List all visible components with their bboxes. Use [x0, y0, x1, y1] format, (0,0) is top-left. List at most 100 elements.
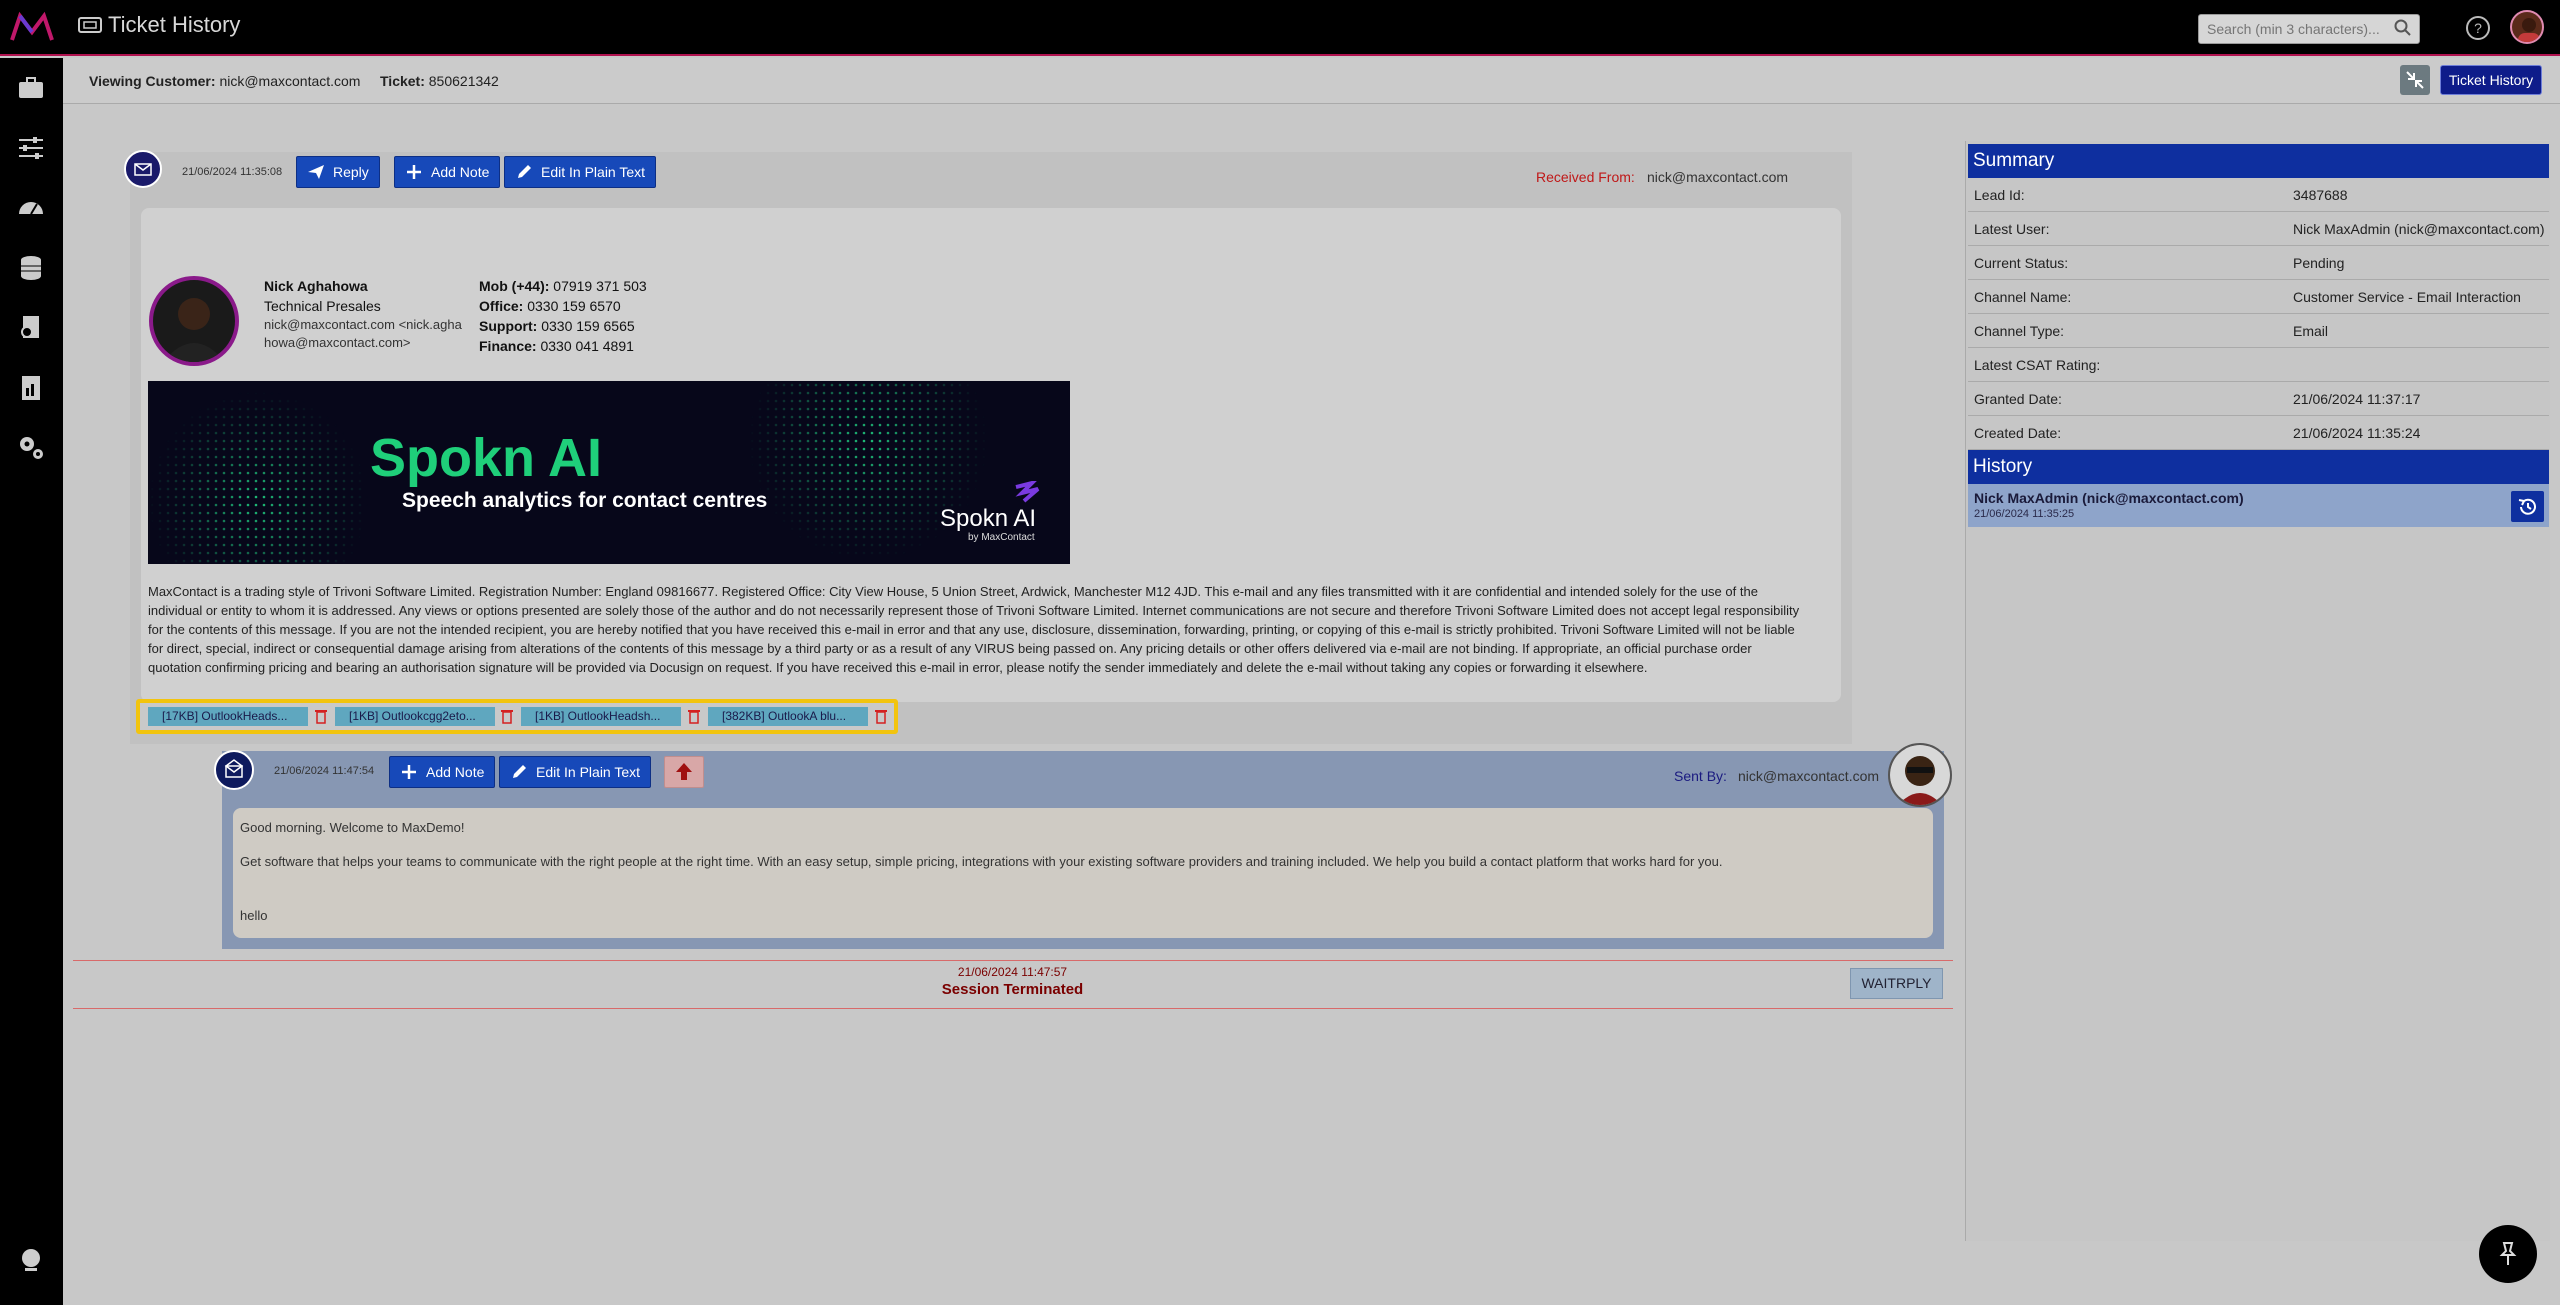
history-restore-button[interactable]	[2511, 491, 2544, 522]
pin-icon	[2499, 1242, 2517, 1265]
row-value: 21/06/2024 11:37:17	[2293, 391, 2421, 407]
reply-label: Reply	[333, 164, 369, 180]
delete-attachment-3-icon[interactable]	[688, 708, 700, 724]
pin-button[interactable]	[2479, 1225, 2537, 1283]
history-icon	[2518, 498, 2536, 515]
add-note-button[interactable]: Add Note	[394, 156, 501, 188]
briefcase-icon[interactable]	[15, 72, 47, 104]
row-value: 21/06/2024 11:35:24	[2293, 425, 2421, 441]
add-note-label: Add Note	[431, 164, 490, 180]
top-bar	[0, 0, 2560, 56]
divider-line-bottom	[73, 1008, 1953, 1009]
row-key: Channel Name:	[1974, 289, 2072, 305]
search-icon[interactable]	[2393, 18, 2413, 38]
user-avatar[interactable]	[2510, 10, 2544, 44]
scroll-up-button[interactable]	[664, 756, 704, 788]
signature-email-2: howa@maxcontact.com>	[264, 335, 411, 350]
row-key: Latest CSAT Rating:	[1974, 357, 2101, 373]
delete-attachment-4-icon[interactable]	[875, 708, 887, 724]
banner-title: Spokn AI	[370, 428, 603, 488]
attachment-1-label: [17KB] OutlookHeads...	[162, 709, 288, 723]
database-icon[interactable]	[15, 252, 47, 284]
row-value: Nick MaxAdmin (nick@maxcontact.com)	[2293, 221, 2545, 237]
summary-row: Channel Type: Email	[1968, 314, 2549, 348]
history-item-time: 21/06/2024 11:35:25	[1974, 508, 2075, 520]
row-value: 3487688	[2293, 187, 2348, 203]
summary-row: Granted Date: 21/06/2024 11:37:17	[1968, 382, 2549, 416]
attachment-1[interactable]: [17KB] OutlookHeads...	[148, 707, 308, 726]
ticket-history-button[interactable]: Ticket History	[2440, 65, 2542, 95]
customer-label: Viewing Customer:	[89, 73, 216, 89]
row-key: Current Status:	[1974, 255, 2069, 271]
summary-row: Current Status: Pending	[1968, 246, 2549, 280]
customer-info: Viewing Customer: nick@maxcontact.com	[89, 73, 360, 89]
signature-phones: Mob (+44): 07919 371 503 Office: 0330 15…	[479, 276, 647, 356]
received-from-label: Received From:	[1536, 169, 1635, 185]
pencil-icon	[518, 165, 531, 178]
ticket-icon	[78, 17, 102, 33]
help-icon[interactable]: ?	[2464, 14, 2492, 42]
globe-icon[interactable]	[15, 1244, 47, 1276]
edit-plain-text-label-2: Edit In Plain Text	[536, 764, 641, 780]
delete-attachment-2-icon[interactable]	[501, 708, 513, 724]
summary-row: Latest CSAT Rating:	[1968, 348, 2549, 382]
arrow-up-icon	[676, 763, 692, 780]
envelope-open-icon	[214, 750, 254, 790]
delete-attachment-1-icon[interactable]	[315, 708, 327, 724]
signature-name-block: Nick Aghahowa Technical Presales nick@ma…	[264, 276, 462, 352]
send-icon	[308, 165, 324, 179]
ticket-value: 850621342	[428, 73, 499, 89]
row-key: Channel Type:	[1974, 323, 2065, 339]
banner-logo-text: Spokn AI	[940, 505, 1037, 532]
edit-plain-text-button-2[interactable]: Edit In Plain Text	[499, 756, 652, 788]
sent-by-value: nick@maxcontact.com	[1738, 768, 1880, 784]
banner-logo-sub: by MaxContact	[968, 532, 1035, 543]
history-header: History	[1968, 450, 2549, 484]
attachment-2[interactable]: [1KB] Outlookcgg2eto...	[335, 707, 495, 726]
divider-line-top	[73, 960, 1953, 961]
spokn-logo-icon	[1015, 481, 1040, 503]
session-status-text: Session Terminated	[941, 981, 1084, 998]
summary-row: Lead Id: 3487688	[1968, 178, 2549, 212]
page-title-text: Ticket History	[108, 12, 241, 37]
email2-timestamp: 21/06/2024 11:47:54	[274, 765, 375, 777]
ticket-info: Ticket: 850621342	[380, 73, 499, 89]
reply-button[interactable]: Reply	[296, 156, 380, 188]
row-value: Customer Service - Email Interaction	[2293, 289, 2521, 305]
support-value: 0330 159 6565	[541, 318, 635, 334]
status-badge[interactable]: WAITRPLY	[1850, 968, 1943, 999]
row-key: Lead Id:	[1974, 187, 2025, 203]
signature-email-1: nick@maxcontact.com <nick.agha	[264, 317, 462, 332]
signature-photo	[149, 276, 239, 366]
collapse-button[interactable]	[2400, 65, 2430, 95]
dot-pattern	[148, 381, 1070, 564]
sent-by-label: Sent By:	[1674, 768, 1727, 784]
summary-header: Summary	[1968, 144, 2549, 178]
banner-subtitle: Speech analytics for contact centres	[402, 489, 768, 512]
sliders-icon[interactable]	[15, 132, 47, 164]
dashboard-icon[interactable]	[15, 192, 47, 224]
signature-name: Nick Aghahowa	[264, 278, 368, 294]
file-search-icon[interactable]	[15, 312, 47, 344]
add-note-button-2[interactable]: Add Note	[389, 756, 496, 788]
edit-plain-text-button[interactable]: Edit In Plain Text	[504, 156, 657, 188]
search-input[interactable]	[2198, 14, 2420, 44]
maxcontact-logo-icon[interactable]	[10, 8, 54, 48]
customer-value: nick@maxcontact.com	[219, 73, 361, 89]
attachment-2-label: [1KB] Outlookcgg2eto...	[349, 709, 476, 723]
office-label: Office:	[479, 298, 524, 314]
sidebar	[0, 58, 63, 1305]
email2-body	[233, 808, 1933, 938]
pencil-icon	[513, 765, 526, 778]
plus-icon	[407, 165, 421, 179]
add-note-label-2: Add Note	[426, 764, 485, 780]
settings-icon[interactable]	[15, 432, 47, 464]
attachment-3[interactable]: [1KB] OutlookHeadsh...	[521, 707, 681, 726]
attachment-4[interactable]: [382KB] OutlookA blu...	[708, 707, 868, 726]
attachment-3-label: [1KB] OutlookHeadsh...	[535, 709, 661, 723]
finance-label: Finance:	[479, 338, 537, 354]
row-key: Created Date:	[1974, 425, 2062, 441]
row-key: Latest User:	[1974, 221, 2050, 237]
report-icon[interactable]	[15, 372, 47, 404]
svg-text:?: ?	[2474, 20, 2482, 36]
